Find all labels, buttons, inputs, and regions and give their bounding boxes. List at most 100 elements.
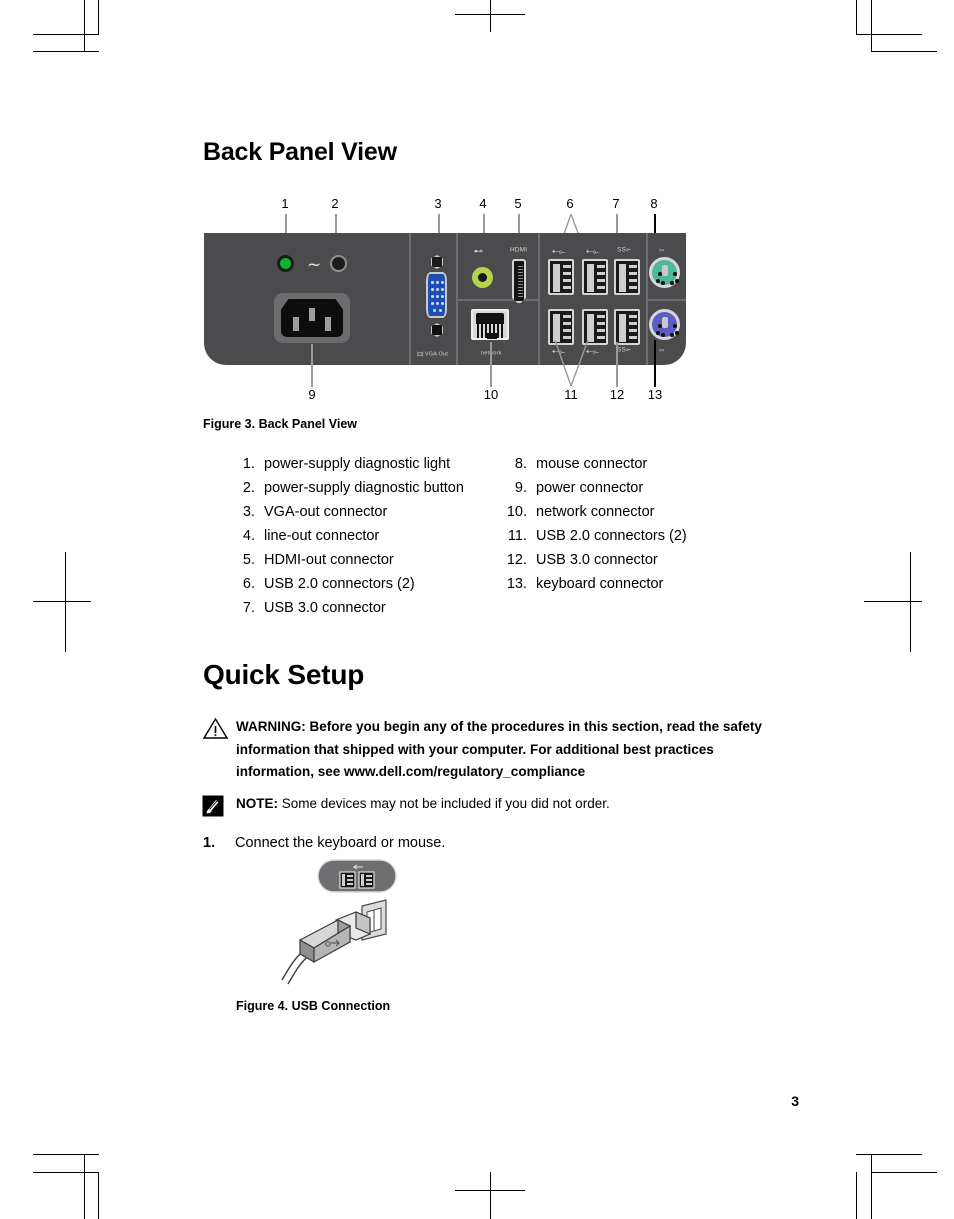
panel-divider-6 [646,299,686,301]
legend-label: line-out connector [264,528,380,544]
network-connector [471,309,509,340]
ac-pin-right [325,317,331,331]
page-title-quick-setup: Quick Setup [203,659,365,690]
keyboard-connector [649,309,680,340]
document-page: Back Panel View 1 2 3 4 5 6 7 8 ~ |⊡| VG… [0,0,954,1219]
legend-item: 13. keyboard connector [497,576,687,600]
back-panel-illustration: ~ |⊡| VGA Out ⊷ HDMI ⇠⟜ ⇠⟜ SS⟜ ⇠⟜ ⇠⟜ SS⟜… [204,233,686,365]
legend-number: 2. [242,480,255,496]
rj45-slot [476,313,504,324]
keyboard-port-icon: ▭ [659,347,665,354]
legend-label: network connector [536,504,655,520]
leader-fork-11 [554,340,589,387]
usb-plug [281,911,371,985]
note-label: NOTE: [236,796,278,811]
legend-number: 8. [514,456,527,472]
note-text: Some devices may not be included if you … [281,796,610,811]
legend-number: 12. [506,552,527,568]
power-connector [274,293,350,343]
legend-label: USB 2.0 connectors (2) [536,528,687,544]
legend-number: 5. [242,552,255,568]
panel-divider-1 [409,233,411,365]
callout-number-3: 3 [434,196,442,211]
legend-label: USB 3.0 connector [536,552,658,568]
legend-label: power-supply diagnostic button [264,480,464,496]
mouse-connector [649,257,680,288]
leader-line-10 [490,342,492,387]
legend-label: USB 3.0 connector [264,600,386,616]
usb-3-0-label-bottom: SS⟜ [617,347,632,354]
ac-tilde-icon: ~ [307,255,322,275]
legend-label: power-supply diagnostic light [264,456,451,472]
callout-number-12: 12 [609,387,625,402]
callout-number-1: 1 [281,196,289,211]
leader-line-12 [616,342,618,387]
page-title-back-panel: Back Panel View [203,138,397,166]
legend-label: USB 2.0 connectors (2) [264,576,415,592]
legend-number: 7. [242,600,255,616]
back-panel-legend-left: 1. power-supply diagnostic light 2. power-… [225,456,464,624]
power-connector-inner [281,299,343,337]
warning-notice: WARNING: Before you begin any of the pro… [236,716,792,784]
page-number: 3 [791,1093,799,1109]
ac-pin-center [309,308,315,321]
callout-number-5: 5 [514,196,522,211]
step-text: Connect the keyboard or mouse. [235,835,446,851]
callout-number-9: 9 [308,387,316,402]
legend-item: 3. VGA-out connector [225,504,464,528]
legend-label: HDMI-out connector [264,552,394,568]
usb-icon-top-1: ⇠⟜ [552,247,566,256]
usb-2-0-connector-top-2 [582,259,608,295]
legend-number: 9. [514,480,527,496]
usb-3-0-label-top: SS⟜ [617,247,632,254]
legend-number: 13. [506,576,527,592]
power-supply-diagnostic-light [277,255,294,272]
legend-item: 12. USB 3.0 connector [497,552,687,576]
legend-label: keyboard connector [536,576,664,592]
callout-number-2: 2 [331,196,339,211]
back-panel-legend-right: 8. mouse connector 9. power connector 10. n… [497,456,687,600]
line-out-icon: ⊷ [474,247,483,257]
note-pencil-icon [202,795,224,817]
legend-number: 6. [242,576,255,592]
usb-icon-top-2: ⇠⟜ [586,247,600,256]
line-out-connector [472,267,493,288]
legend-item: 1. power-supply diagnostic light [225,456,464,480]
legend-item: 11. USB 2.0 connectors (2) [497,528,687,552]
vga-out-label: |⊡| VGA Out [417,351,448,358]
figure-3-caption: Figure 3. Back Panel View [203,417,358,431]
hdmi-contacts [518,266,523,297]
legend-item: 4. line-out connector [225,528,464,552]
legend-label: power connector [536,480,644,496]
legend-item: 9. power connector [497,480,687,504]
usb-3-0-connector-bottom [614,309,640,345]
panel-divider-3 [538,233,540,365]
legend-item: 10. network connector [497,504,687,528]
legend-number: 11. [507,528,527,544]
warning-triangle-icon [203,717,228,739]
legend-number: 4. [242,528,255,544]
legend-label: VGA-out connector [264,504,388,520]
mouse-port-icon: ▭ [659,247,665,254]
note-notice: NOTE: Some devices may not be included i… [236,793,792,816]
legend-number: 10. [506,504,527,520]
callout-number-11: 11 [564,387,578,402]
warning-text: Before you begin any of the procedures i… [236,719,762,779]
usb-connection-illustration [281,859,397,985]
ac-pin-left [293,317,299,331]
callout-number-10: 10 [483,387,499,402]
power-supply-diagnostic-button [330,255,347,272]
legend-item: 5. HDMI-out connector [225,552,464,576]
callout-number-8: 8 [650,196,658,211]
legend-item: 6. USB 2.0 connectors (2) [225,576,464,600]
legend-label: mouse connector [536,456,648,472]
leader-line-9 [311,344,313,387]
callout-number-7: 7 [612,196,620,211]
legend-item: 7. USB 3.0 connector [225,600,464,624]
leader-line-13 [654,340,656,387]
vga-out-connector [426,272,447,318]
legend-item: 8. mouse connector [497,456,687,480]
legend-item: 2. power-supply diagnostic button [225,480,464,504]
hdmi-out-connector [512,259,526,303]
panel-divider-5 [456,299,538,301]
